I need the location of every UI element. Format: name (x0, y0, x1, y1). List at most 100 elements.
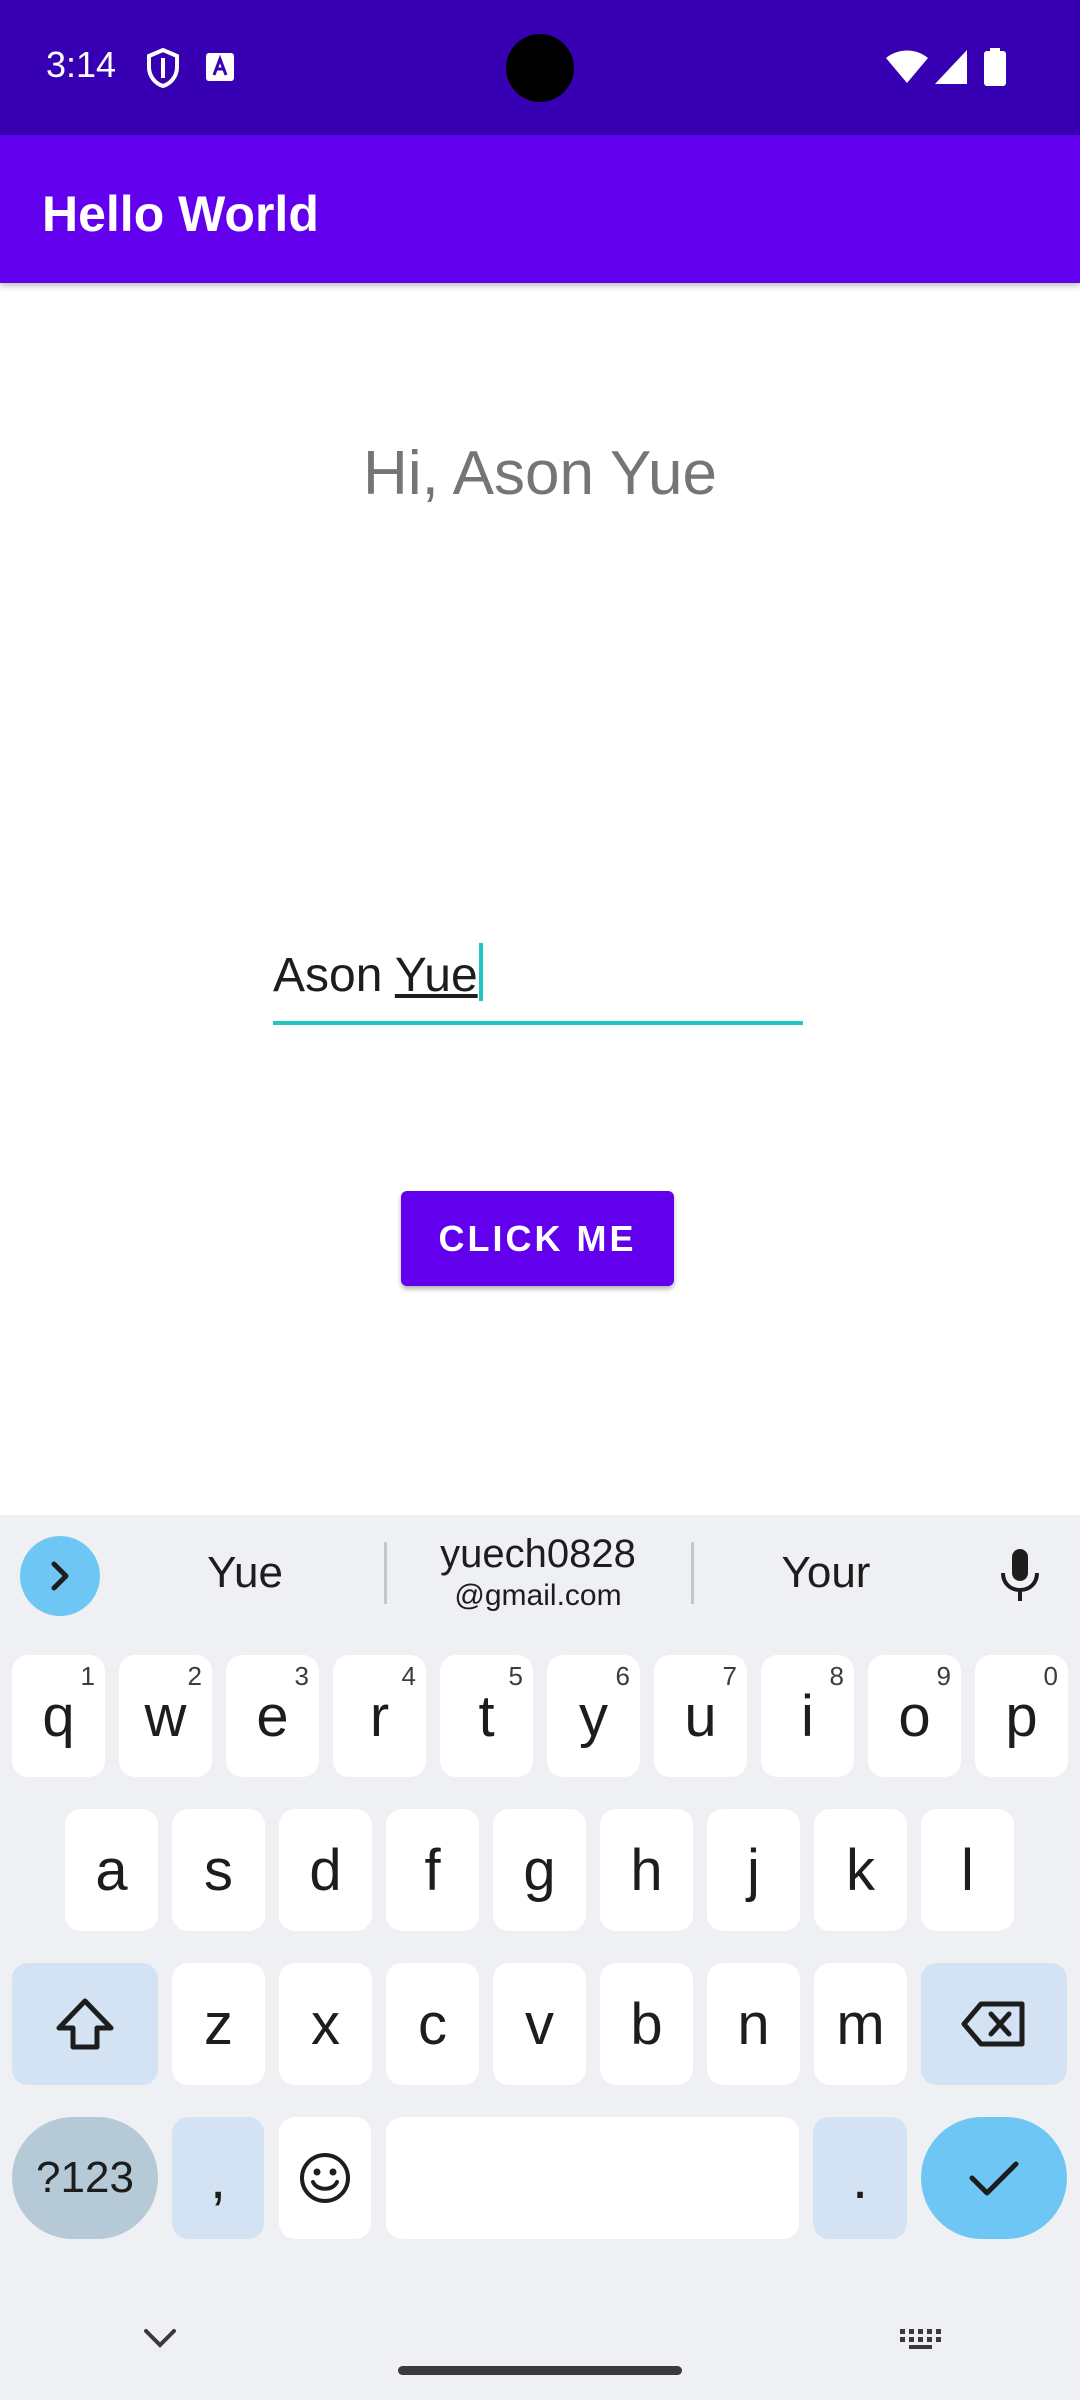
key-hint: 5 (508, 1661, 523, 1691)
key-r[interactable]: r4 (333, 1655, 426, 1777)
key-label: w (144, 1683, 187, 1749)
key-label: r (369, 1683, 390, 1749)
key-label: a (95, 1837, 128, 1903)
key-c[interactable]: c (386, 1963, 479, 2085)
key-w[interactable]: w2 (119, 1655, 212, 1777)
key-label: j (747, 1837, 760, 1903)
key-label: o (898, 1683, 931, 1749)
battery-icon (984, 48, 1006, 91)
key-label: q (42, 1683, 75, 1749)
key-label: b (630, 1991, 663, 2057)
key-label: i (801, 1683, 814, 1749)
key-b[interactable]: b (600, 1963, 693, 2085)
key-label: e (256, 1683, 289, 1749)
click-me-button[interactable]: CLICK ME (401, 1191, 674, 1286)
key-label: v (525, 1991, 554, 2057)
wifi-icon (886, 50, 928, 89)
key-label: g (523, 1837, 556, 1903)
input-prefix-text: Ason (273, 949, 395, 1002)
chevron-right-icon (51, 1561, 69, 1591)
key-h[interactable]: h (600, 1809, 693, 1931)
key-z[interactable]: z (172, 1963, 265, 2085)
shift-key[interactable] (12, 1963, 158, 2085)
front-camera (506, 34, 574, 102)
key-l[interactable]: l (921, 1809, 1014, 1931)
suggestion-divider (384, 1542, 387, 1604)
suggestion-2[interactable]: yuech0828 @gmail.com (388, 1515, 688, 1630)
key-m[interactable]: m (814, 1963, 907, 2085)
status-time: 3:14 (46, 44, 117, 85)
key-g[interactable]: g (493, 1809, 586, 1931)
key-label: t (478, 1683, 495, 1749)
backspace-key[interactable] (921, 1963, 1067, 2085)
comma-key[interactable]: , (172, 2117, 264, 2239)
key-label: f (424, 1837, 441, 1903)
input-composing-text: Yue (394, 949, 478, 1002)
key-i[interactable]: i8 (761, 1655, 854, 1777)
key-x[interactable]: x (279, 1963, 372, 2085)
key-n[interactable]: n (707, 1963, 800, 2085)
suggestion-3[interactable]: Your (696, 1515, 956, 1630)
suggestion-3-text: Your (781, 1547, 871, 1597)
name-input[interactable]: Ason Yue (273, 935, 803, 1025)
key-hint: 9 (936, 1661, 951, 1691)
key-label: m (836, 1991, 885, 2057)
shift-icon (56, 1998, 114, 2050)
key-o[interactable]: o9 (868, 1655, 961, 1777)
suggestion-1-text: Yue (207, 1547, 283, 1597)
microphone-icon[interactable] (990, 1545, 1050, 1610)
key-label: h (630, 1837, 663, 1903)
key-label: k (846, 1837, 875, 1903)
suggestion-1[interactable]: Yue (110, 1515, 380, 1630)
key-hint: 4 (401, 1661, 416, 1691)
home-indicator[interactable] (398, 2366, 682, 2375)
app-bar: Hello World (0, 135, 1080, 283)
keyboard-notification-icon (205, 52, 235, 87)
key-hint: 3 (294, 1661, 309, 1691)
key-label: l (961, 1837, 974, 1903)
key-k[interactable]: k (814, 1809, 907, 1931)
key-label: z (204, 1991, 233, 2057)
key-hint: 2 (187, 1661, 202, 1691)
done-key[interactable] (921, 2117, 1067, 2239)
key-label: p (1005, 1683, 1038, 1749)
hide-keyboard-chevron-icon[interactable] (140, 2325, 180, 2356)
checkmark-icon (969, 2161, 1019, 2196)
suggestion-2-subtext: @gmail.com (454, 1579, 622, 1612)
key-p[interactable]: p0 (975, 1655, 1068, 1777)
key-s[interactable]: s (172, 1809, 265, 1931)
shield-icon (146, 47, 180, 93)
key-hint: 7 (722, 1661, 737, 1691)
backspace-icon (961, 2001, 1025, 2047)
key-j[interactable]: j (707, 1809, 800, 1931)
key-label: x (311, 1991, 340, 2057)
emoji-icon (300, 2153, 350, 2203)
keyboard-switch-icon[interactable] (898, 2327, 944, 2356)
key-a[interactable]: a (65, 1809, 158, 1931)
key-e[interactable]: e3 (226, 1655, 319, 1777)
emoji-key[interactable] (279, 2117, 371, 2239)
key-t[interactable]: t5 (440, 1655, 533, 1777)
suggestion-expand-button[interactable] (20, 1536, 100, 1616)
key-y[interactable]: y6 (547, 1655, 640, 1777)
key-u[interactable]: u7 (654, 1655, 747, 1777)
period-key[interactable]: . (813, 2117, 907, 2239)
suggestion-2-text: yuech0828 (440, 1532, 636, 1576)
key-f[interactable]: f (386, 1809, 479, 1931)
text-cursor (478, 943, 483, 1001)
key-label: n (737, 1991, 770, 2057)
key-q[interactable]: q1 (12, 1655, 105, 1777)
key-label: c (418, 1991, 447, 2057)
key-label: y (579, 1683, 608, 1749)
key-d[interactable]: d (279, 1809, 372, 1931)
soft-keyboard: Yue yuech0828 @gmail.com Your q1w2e3r4t5… (0, 1515, 1080, 2400)
greeting-text: Hi, Ason Yue (363, 439, 717, 508)
key-hint: 0 (1043, 1661, 1058, 1691)
key-label: s (204, 1837, 233, 1903)
key-hint: 8 (829, 1661, 844, 1691)
signal-icon (935, 50, 967, 89)
key-hint: 6 (615, 1661, 630, 1691)
space-key[interactable] (386, 2117, 799, 2239)
symbols-key[interactable]: ?123 (12, 2117, 158, 2239)
key-v[interactable]: v (493, 1963, 586, 2085)
